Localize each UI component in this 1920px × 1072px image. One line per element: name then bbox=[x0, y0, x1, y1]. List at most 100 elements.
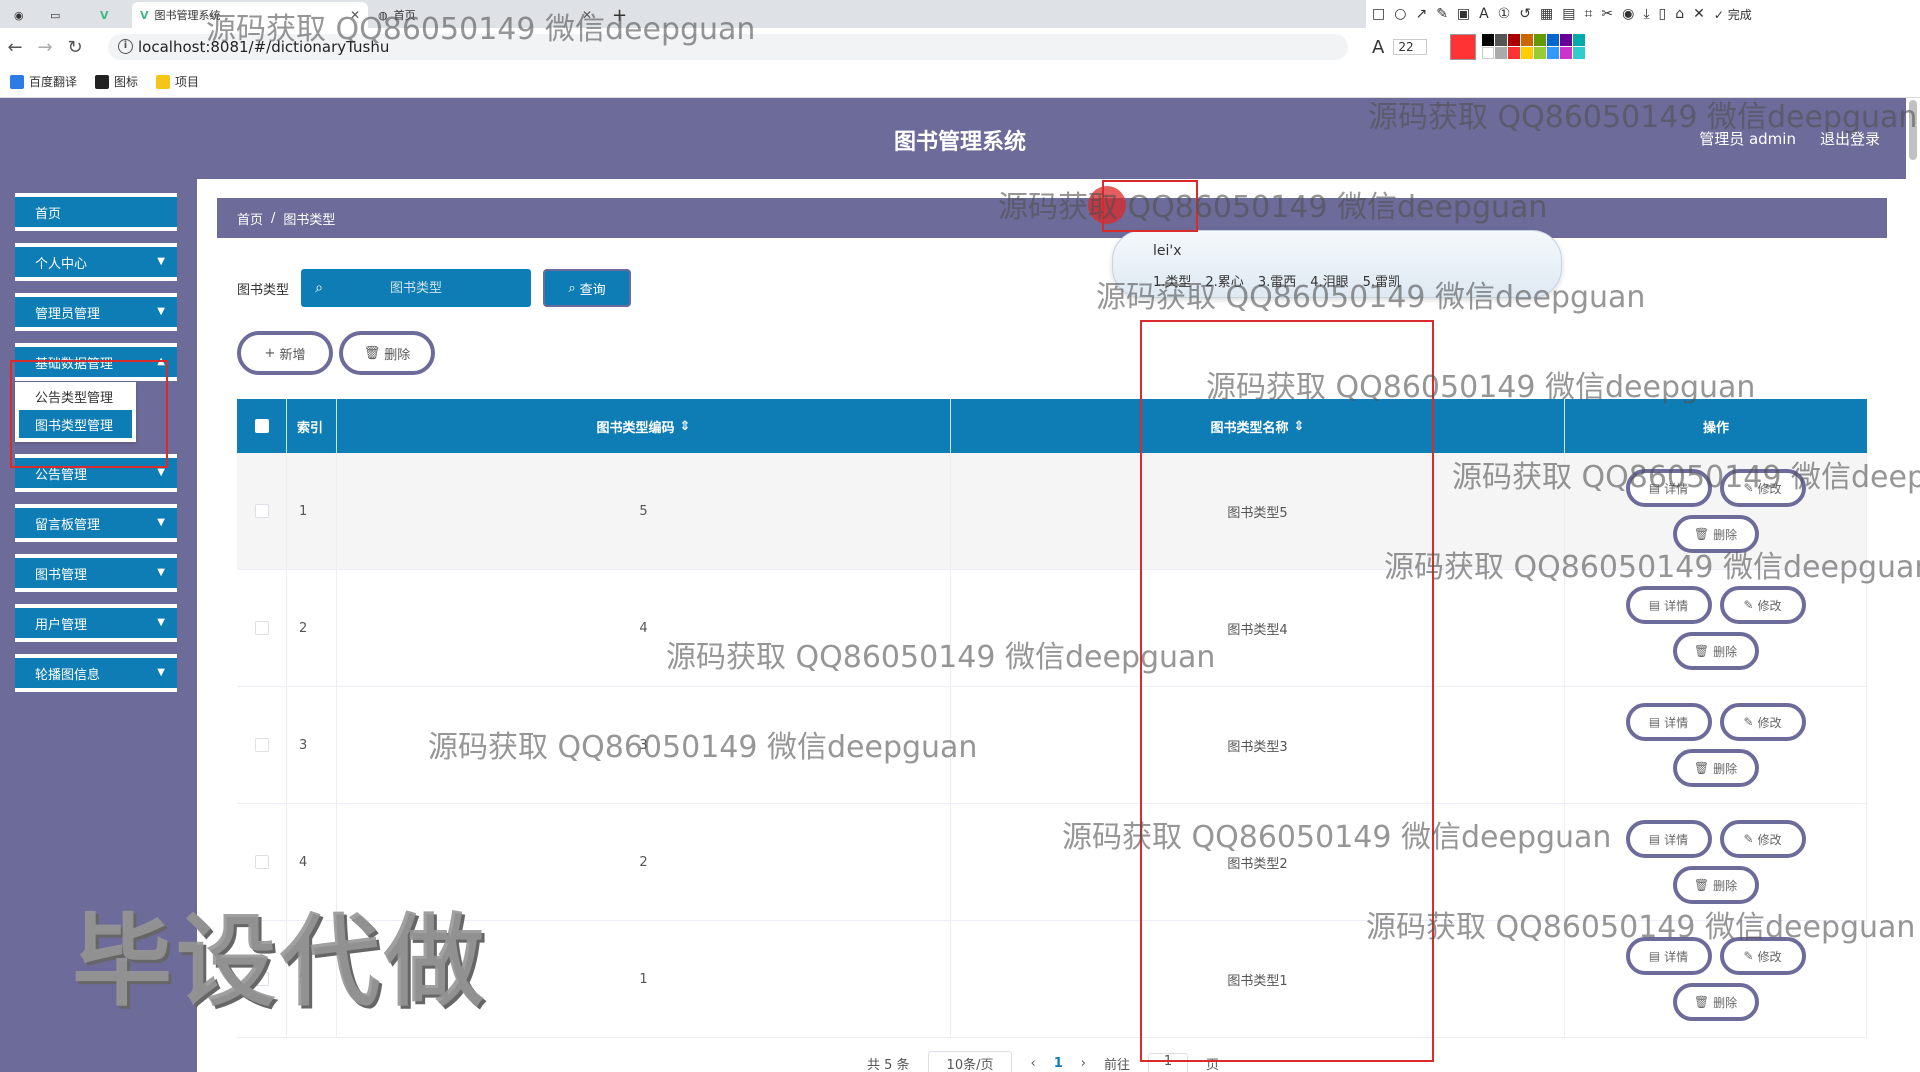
ellipse-tool-icon[interactable]: ○ bbox=[1394, 6, 1406, 22]
watermark-text: 源码获取 QQ86050149 微信deepguan bbox=[1452, 460, 1920, 495]
breadcrumb-home[interactable]: 首页 bbox=[237, 209, 263, 228]
delete-label: 删除 bbox=[1713, 878, 1738, 893]
bookmark-item[interactable]: 图标 bbox=[95, 73, 138, 90]
current-color-swatch[interactable] bbox=[1450, 34, 1476, 60]
marker-tool-icon[interactable]: ▣ bbox=[1457, 6, 1470, 22]
annotation-box-sidebar bbox=[10, 360, 168, 468]
done-button[interactable]: ✓ 完成 bbox=[1714, 6, 1752, 23]
add-button-label: 新增 bbox=[279, 347, 306, 363]
edit-label: 修改 bbox=[1757, 715, 1782, 730]
sidebar-item-books[interactable]: 图书管理 ▼ bbox=[15, 554, 177, 592]
translate-icon bbox=[10, 74, 24, 89]
breadcrumb-separator: / bbox=[271, 210, 276, 226]
row-select-cell bbox=[237, 687, 287, 803]
copy-icon[interactable]: ▯ bbox=[1659, 6, 1667, 22]
bookmark-label: 图标 bbox=[114, 75, 139, 89]
row-checkbox[interactable] bbox=[254, 504, 269, 518]
edit-label: 修改 bbox=[1757, 598, 1782, 613]
browser-icon: ◉ bbox=[14, 8, 24, 22]
watermark-text: 源码获取 QQ86050149 微信deepguan bbox=[1384, 550, 1920, 585]
column-header-actions: 操作 bbox=[1702, 420, 1729, 436]
delete-button[interactable]: 🗑 删除 bbox=[1672, 632, 1759, 670]
arrow-tool-icon[interactable]: ↗ bbox=[1415, 6, 1427, 22]
select-all-checkbox[interactable] bbox=[254, 419, 269, 433]
font-size-select[interactable]: 22 bbox=[1393, 39, 1427, 55]
page-number[interactable]: 1 bbox=[1054, 1056, 1063, 1071]
chevron-down-icon: ▼ bbox=[157, 617, 165, 628]
search-row: 图书类型 ⌕ ⌕ 查询 bbox=[237, 269, 632, 307]
bookmark-label: 百度翻译 bbox=[29, 75, 78, 89]
batch-delete-button[interactable]: 🗑 删除 bbox=[339, 331, 435, 375]
row-checkbox[interactable] bbox=[254, 621, 269, 635]
cancel-icon[interactable]: ✕ bbox=[1693, 6, 1705, 22]
browser-tab[interactable]: V bbox=[92, 2, 132, 28]
pen-tool-icon[interactable]: ✎ bbox=[1436, 6, 1448, 22]
bookmark-item[interactable]: 百度翻译 bbox=[10, 73, 77, 90]
number-tool-icon[interactable]: ① bbox=[1498, 6, 1511, 22]
undo-icon[interactable]: ↺ bbox=[1519, 6, 1531, 22]
font-icon[interactable]: A bbox=[1372, 37, 1384, 58]
chevron-down-icon: ▼ bbox=[157, 467, 165, 478]
back-icon[interactable]: ← bbox=[0, 37, 30, 58]
vue-icon: V bbox=[140, 8, 149, 22]
detail-button[interactable]: ▤ 详情 bbox=[1625, 820, 1712, 858]
trash-icon: 🗑 bbox=[1693, 761, 1710, 775]
next-page-icon[interactable]: › bbox=[1081, 1056, 1086, 1071]
sidebar-item-home[interactable]: 首页 bbox=[15, 193, 177, 231]
chevron-down-icon: ▼ bbox=[157, 306, 165, 317]
pin-icon[interactable]: ✂ bbox=[1601, 6, 1613, 22]
search-icon: ⌕ bbox=[568, 280, 576, 296]
add-button[interactable]: + 新增 bbox=[237, 331, 333, 375]
translate-tool-icon[interactable]: ▤ bbox=[1562, 6, 1575, 22]
row-select-cell bbox=[237, 570, 287, 686]
sort-icon[interactable]: ⇕ bbox=[680, 419, 691, 434]
sidebar-item-users[interactable]: 用户管理 ▼ bbox=[15, 604, 177, 642]
browser-tab[interactable]: ◉ bbox=[6, 2, 42, 28]
delete-label: 删除 bbox=[1713, 527, 1738, 542]
delete-button[interactable]: 🗑 删除 bbox=[1672, 983, 1759, 1021]
delete-button[interactable]: 🗑 删除 bbox=[1672, 866, 1759, 904]
bookmark-tool-icon[interactable]: ⌂ bbox=[1675, 6, 1684, 22]
edit-button[interactable]: ✎ 修改 bbox=[1719, 820, 1806, 858]
browser-tab[interactable]: ▭ bbox=[42, 2, 92, 28]
info-icon[interactable]: i bbox=[118, 39, 133, 54]
sidebar-item-label: 首页 bbox=[35, 206, 62, 222]
page-size-select[interactable]: 10条/页 bbox=[927, 1051, 1013, 1072]
delete-button[interactable]: 🗑 删除 bbox=[1672, 749, 1759, 787]
watermark-text: 源码获取 QQ86050149 微信deepguan bbox=[1096, 280, 1646, 315]
chevron-down-icon: ▼ bbox=[157, 667, 165, 678]
reload-icon[interactable]: ↻ bbox=[60, 37, 90, 58]
edit-button[interactable]: ✎ 修改 bbox=[1719, 586, 1806, 624]
row-checkbox[interactable] bbox=[254, 738, 269, 752]
edit-icon: ✎ bbox=[1743, 949, 1754, 963]
row-checkbox[interactable] bbox=[254, 855, 269, 869]
sidebar-item-carousel[interactable]: 轮播图信息 ▼ bbox=[15, 654, 177, 692]
record-icon[interactable]: ◉ bbox=[1622, 6, 1634, 22]
color-palette[interactable] bbox=[1482, 34, 1585, 59]
bookmark-item[interactable]: 项目 bbox=[156, 73, 199, 90]
detail-button[interactable]: ▤ 详情 bbox=[1625, 586, 1712, 624]
search-label: 图书类型 bbox=[237, 282, 290, 298]
goto-label: 前往 bbox=[1103, 1058, 1130, 1072]
select-all-cell bbox=[237, 399, 287, 453]
annotation-toolbar: □ ○ ↗ ✎ ▣ A ① ↺ ▦ ▤ ⌗ ✂ ◉ ⤓ ▯ ⌂ ✕ ✓ 完成 A… bbox=[1366, 0, 1920, 66]
sidebar-item-label: 个人中心 bbox=[35, 256, 88, 272]
detail-button[interactable]: ▤ 详情 bbox=[1625, 703, 1712, 741]
download-icon[interactable]: ⤓ bbox=[1643, 6, 1649, 22]
prev-page-icon[interactable]: ‹ bbox=[1030, 1056, 1035, 1071]
trash-icon: 🗑 bbox=[1693, 527, 1710, 541]
text-tool-icon[interactable]: A bbox=[1479, 6, 1489, 22]
query-button[interactable]: ⌕ 查询 bbox=[543, 269, 632, 307]
search-input[interactable] bbox=[331, 280, 532, 296]
rect-tool-icon[interactable]: □ bbox=[1372, 6, 1385, 22]
cell-index: 3 bbox=[287, 687, 337, 803]
sidebar-item-messages[interactable]: 留言板管理 ▼ bbox=[15, 504, 177, 542]
forward-icon[interactable]: → bbox=[30, 37, 60, 58]
edit-button[interactable]: ✎ 修改 bbox=[1719, 703, 1806, 741]
mosaic-icon[interactable]: ▦ bbox=[1540, 6, 1553, 22]
sidebar-item-admins[interactable]: 管理员管理 ▼ bbox=[15, 293, 177, 331]
sidebar-item-profile[interactable]: 个人中心 ▼ bbox=[15, 243, 177, 281]
document-icon: ▤ bbox=[1648, 598, 1661, 612]
column-header-code[interactable]: 图书类型编码 ⇕ bbox=[337, 399, 951, 453]
crop-icon[interactable]: ⌗ bbox=[1585, 6, 1593, 22]
